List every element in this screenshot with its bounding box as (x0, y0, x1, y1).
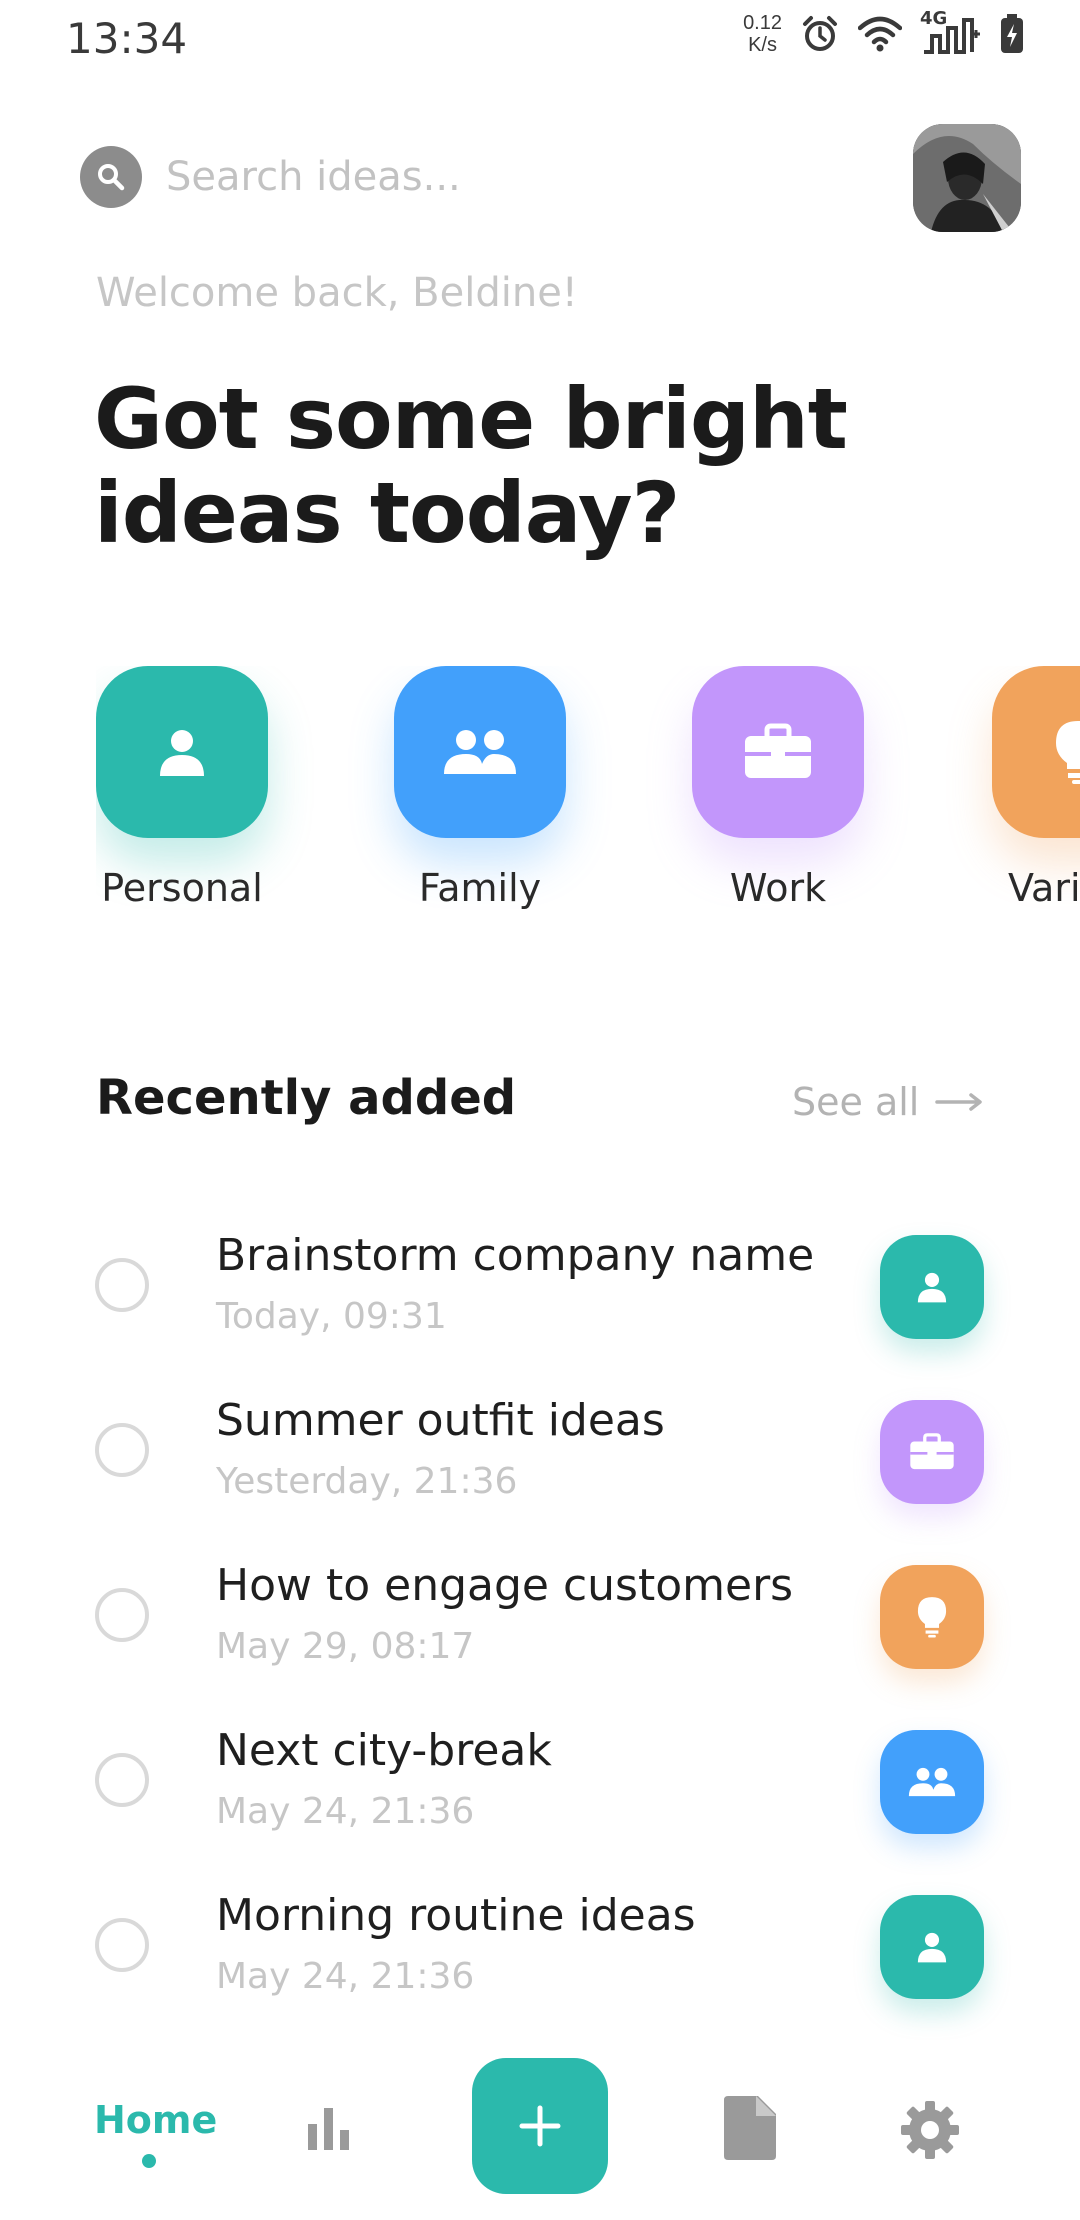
list-item[interactable]: Next city-break May 24, 21:36 (0, 1715, 1080, 1880)
page-title: Got some bright ideas today? (94, 370, 848, 562)
idea-list: Brainstorm company name Today, 09:31 Sum… (0, 1220, 1080, 2045)
idea-title: Morning routine ideas (216, 1890, 696, 1941)
search-input[interactable]: Search ideas... (166, 154, 461, 200)
avatar[interactable] (913, 124, 1021, 232)
lightbulb-icon (1056, 721, 1080, 784)
lightbulb-icon (917, 1597, 947, 1638)
list-item[interactable]: Morning routine ideas May 24, 21:36 (0, 1880, 1080, 2045)
nav-settings[interactable] (900, 2100, 960, 2164)
person-icon (160, 730, 204, 776)
alarm-icon (803, 16, 837, 51)
idea-time: Yesterday, 21:36 (216, 1461, 518, 1502)
complete-checkbox[interactable] (95, 1918, 149, 1972)
stats-icon (308, 2108, 349, 2150)
idea-title: Summer outfit ideas (216, 1395, 665, 1446)
active-indicator (142, 2154, 156, 2168)
see-all-link[interactable]: See all (792, 1080, 985, 1124)
idea-time: May 24, 21:36 (216, 1956, 475, 1997)
status-time: 13:34 (66, 14, 188, 63)
category-label: Personal (101, 866, 263, 910)
wifi-icon (858, 16, 902, 52)
complete-checkbox[interactable] (95, 1753, 149, 1807)
category-label: Family (418, 866, 542, 910)
bottom-nav: Home (0, 2040, 1080, 2220)
category-tile-vari[interactable] (992, 666, 1080, 838)
idea-title: Brainstorm company name (216, 1230, 815, 1281)
net-speed-value: 0.12 (743, 12, 782, 34)
category-badge (880, 1400, 984, 1504)
list-item[interactable]: Brainstorm company name Today, 09:31 (0, 1220, 1080, 1385)
category-badge (880, 1565, 984, 1669)
add-icon (519, 2105, 561, 2147)
person-icon (917, 1932, 947, 1963)
list-item[interactable]: How to engage customers May 29, 08:17 (0, 1550, 1080, 1715)
signal-icon: 4G (920, 8, 982, 56)
category-tile-work[interactable] (692, 666, 864, 838)
category-work[interactable]: Work (692, 666, 864, 910)
category-badge (880, 1235, 984, 1339)
status-bar: 13:34 0.12 K/s 4G (0, 0, 1080, 78)
category-personal[interactable]: Personal (96, 666, 268, 910)
see-all-label: See all (792, 1080, 920, 1124)
idea-time: May 29, 08:17 (216, 1626, 475, 1667)
complete-checkbox[interactable] (95, 1258, 149, 1312)
person-icon (917, 1272, 947, 1303)
category-vari[interactable]: Vari (992, 666, 1080, 910)
category-label: Work (729, 866, 827, 910)
category-tile-family[interactable] (394, 666, 566, 838)
status-icons: 0.12 K/s 4G (743, 8, 1024, 56)
briefcase-icon (745, 723, 811, 778)
complete-checkbox[interactable] (95, 1588, 149, 1642)
settings-icon (901, 2101, 959, 2159)
nav-documents[interactable] (724, 2096, 776, 2164)
idea-title: How to engage customers (216, 1560, 794, 1611)
category-list: Personal Family Work Vari (96, 666, 1080, 926)
idea-time: May 24, 21:36 (216, 1791, 475, 1832)
complete-checkbox[interactable] (95, 1423, 149, 1477)
add-button[interactable] (472, 2058, 608, 2194)
net-speed: 0.12 K/s (743, 12, 782, 56)
people-icon (444, 730, 516, 774)
document-icon (724, 2096, 776, 2160)
net-speed-unit: K/s (748, 34, 777, 56)
category-badge (880, 1730, 984, 1834)
list-item[interactable]: Summer outfit ideas Yesterday, 21:36 (0, 1385, 1080, 1550)
category-badge (880, 1895, 984, 1999)
idea-time: Today, 09:31 (216, 1296, 447, 1337)
category-label: Vari (1008, 866, 1080, 910)
arrow-right-icon (935, 1093, 983, 1111)
battery-icon (1001, 14, 1023, 53)
greeting: Welcome back, Beldine! (96, 270, 578, 316)
nav-stats[interactable] (306, 2106, 352, 2156)
category-family[interactable]: Family (394, 666, 566, 910)
nav-home[interactable]: Home (94, 2098, 217, 2142)
people-icon (908, 1767, 956, 1797)
section-title: Recently added (96, 1070, 517, 1126)
briefcase-icon (910, 1433, 954, 1470)
search-icon[interactable] (80, 146, 142, 208)
idea-title: Next city-break (216, 1725, 552, 1776)
category-tile-personal[interactable] (96, 666, 268, 838)
search-bar[interactable]: Search ideas... (80, 146, 461, 208)
